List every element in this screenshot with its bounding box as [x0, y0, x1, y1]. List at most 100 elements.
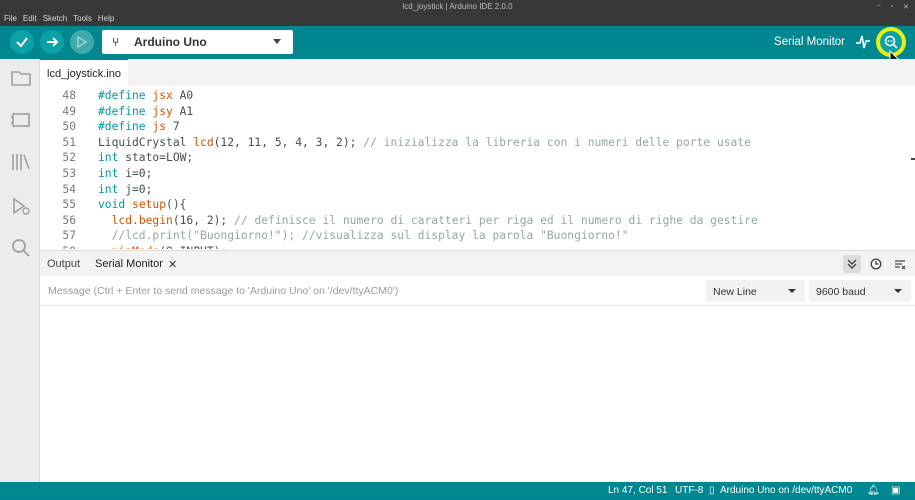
code-text: LiquidCrystal lcd(12, 11, 5, 4, 3, 2); /…	[98, 135, 751, 151]
code-token: (){	[166, 198, 187, 212]
code-text: lcd.begin(16, 2); // definisce il numero…	[98, 213, 758, 229]
menu-tools[interactable]: Tools	[73, 14, 92, 23]
search-icon[interactable]	[10, 237, 32, 259]
usb-icon: ⑂	[112, 35, 120, 49]
chevron-down-icon	[894, 289, 902, 293]
code-text: void setup(){	[98, 197, 186, 213]
code-token: (8,INPUT);	[159, 245, 227, 249]
code-token: #define	[98, 89, 153, 102]
code-token: i=0;	[118, 167, 153, 180]
menu-file[interactable]: File	[4, 14, 17, 23]
title-bar: lcd_joystick | Arduino IDE 2.0.0 File Ed…	[0, 0, 915, 26]
line-number: 58	[40, 244, 76, 249]
code-token: //lcd.print("Buongiorno!"); //visualizza…	[98, 229, 629, 243]
minimize-button[interactable]: −	[877, 3, 881, 11]
line-number: 51	[62, 135, 76, 149]
line-number: 54	[62, 182, 76, 196]
code-token: j=0;	[118, 182, 153, 196]
debug-icon	[77, 35, 88, 49]
tab-serial-monitor[interactable]: Serial Monitor	[95, 258, 163, 270]
line-number: 53	[62, 167, 76, 180]
code-token: pinMode	[98, 245, 160, 249]
code-text: int j=0;	[98, 182, 152, 198]
line-ending-select[interactable]: New Line	[706, 280, 805, 302]
clear-output-icon[interactable]	[891, 255, 909, 273]
board-manager-icon[interactable]	[10, 109, 32, 131]
folder-icon[interactable]	[10, 67, 32, 89]
timestamp-icon[interactable]	[867, 255, 885, 273]
window-title: lcd_joystick | Arduino IDE 2.0.0	[402, 2, 513, 11]
board-status[interactable]: Arduino Uno on /dev/ttyACM0	[720, 485, 852, 496]
menu-edit[interactable]: Edit	[23, 14, 37, 23]
code-token: jsy	[152, 104, 173, 118]
tab-lcd-joystick[interactable]: lcd_joystick.ino	[40, 59, 128, 86]
serial-monitor-icon	[884, 35, 898, 49]
editor-scrollbar[interactable]	[911, 158, 915, 160]
serial-output-area[interactable]	[40, 306, 915, 482]
status-bar: Ln 47, Col 51 UTF-8 ▯ Arduino Uno on /de…	[0, 482, 915, 500]
board-icon: ▯	[709, 485, 715, 496]
baud-rate-select[interactable]: 9600 baud	[809, 280, 911, 302]
line-number: 48	[62, 89, 76, 102]
line-number: 52	[62, 151, 76, 165]
code-token: void	[98, 198, 126, 212]
code-text: #define jsy A1	[98, 104, 193, 120]
code-token: #define	[98, 120, 153, 134]
code-editor[interactable]: 48 #define jsx A0 49 #define jsy A1 50 #defin…	[40, 86, 915, 249]
code-token: (12, 11, 5, 4, 3, 2);	[213, 135, 364, 149]
baud-rate-value: 9600 baud	[816, 286, 866, 298]
code-token: begin	[138, 213, 173, 227]
code-text: pinMode(8,INPUT);	[98, 244, 228, 249]
board-name: Arduino Uno	[134, 35, 207, 49]
code-token: setup	[132, 198, 167, 212]
line-ending-value: New Line	[713, 286, 757, 298]
chevron-down-icon	[273, 39, 281, 44]
code-text: int i=0;	[98, 166, 152, 182]
toolbar: ⑂ Arduino Uno Serial Monitor	[0, 26, 915, 59]
code-token: lcd	[193, 135, 214, 149]
serial-monitor-label: Serial Monitor	[774, 36, 845, 48]
code-token: // inizializza la libreria con i numeri …	[363, 135, 751, 149]
debug-icon[interactable]	[10, 195, 32, 217]
panel-header: Output Serial Monitor ✕	[40, 250, 915, 276]
panel-actions	[843, 255, 909, 273]
code-text: #define jsx A0	[98, 88, 193, 104]
menu-sketch[interactable]: Sketch	[43, 14, 67, 23]
code-token: A0	[172, 89, 194, 102]
board-selector[interactable]: ⑂ Arduino Uno	[102, 30, 293, 54]
code-text: int stato=LOW;	[98, 150, 193, 166]
bell-icon[interactable]: 🔔︎	[867, 485, 880, 496]
window-controls: − ▫ ✕	[877, 3, 909, 11]
line-number: 56	[62, 213, 76, 227]
code-token: stato=LOW;	[118, 151, 194, 165]
serial-plotter-button[interactable]	[855, 33, 871, 56]
message-input[interactable]: Message (Ctrl + Enter to send message to…	[48, 285, 698, 297]
line-number: 57	[62, 229, 76, 243]
maximize-button[interactable]: ▫	[891, 3, 893, 11]
tab-output[interactable]: Output	[47, 258, 80, 270]
close-window-button[interactable]: ✕	[903, 3, 909, 11]
code-text: //lcd.print("Buongiorno!"); //visualizza…	[98, 228, 629, 244]
menu-help[interactable]: Help	[98, 14, 114, 23]
close-icon[interactable]: ✕	[168, 258, 177, 271]
line-number: 49	[62, 104, 76, 118]
code-token: LiquidCrystal	[98, 135, 194, 149]
menu-bar: File Edit Sketch Tools Help	[4, 14, 114, 23]
arrow-right-icon	[47, 37, 59, 47]
library-icon[interactable]	[10, 151, 32, 173]
serial-input-row: Message (Ctrl + Enter to send message to…	[40, 276, 915, 306]
autoscroll-icon[interactable]	[843, 255, 861, 273]
code-token: int	[98, 182, 119, 196]
verify-button[interactable]	[10, 30, 34, 54]
debug-button[interactable]	[70, 30, 94, 54]
code-token: lcd.	[98, 213, 139, 227]
cursor-position[interactable]: Ln 47, Col 51	[608, 485, 668, 496]
plotter-icon	[856, 35, 870, 49]
upload-button[interactable]	[40, 30, 64, 54]
editor-tabs: lcd_joystick.ino	[40, 59, 915, 86]
code-text: #define js 7	[98, 119, 180, 135]
code-token: jsx	[152, 89, 173, 102]
panel-icon[interactable]: ▣	[891, 485, 900, 496]
code-token: (16, 2);	[172, 213, 235, 227]
